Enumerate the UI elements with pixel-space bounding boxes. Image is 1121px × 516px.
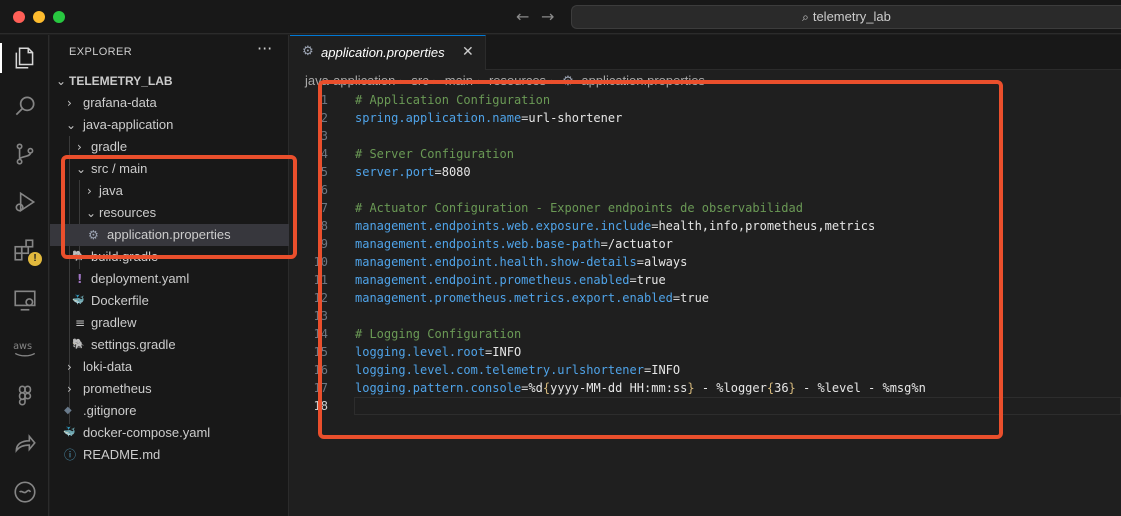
docker-icon: 🐳 [72, 295, 85, 306]
tree-label: gradlew [91, 315, 137, 330]
git-icon: ◆ [64, 405, 72, 416]
minimize-window-button[interactable] [33, 11, 45, 23]
tree-label: Dockerfile [91, 293, 149, 308]
activity-bar: ! aws [0, 35, 49, 516]
tree-label: grafana-data [83, 95, 157, 110]
live-share-icon[interactable] [12, 431, 38, 457]
highlight-box-sidebar [61, 155, 297, 259]
yaml-icon: ! [77, 272, 83, 286]
chevron-down-icon: ⌄ [66, 118, 77, 132]
tree-label: .gitignore [83, 403, 137, 418]
tree-file-docker-compose[interactable]: 🐳 docker-compose.yaml [50, 422, 289, 444]
command-center-label: telemetry_lab [812, 9, 891, 24]
tree-label: docker-compose.yaml [83, 425, 211, 440]
gear-icon: ⚙ [302, 44, 314, 59]
tree-label: java-application [83, 117, 174, 132]
tree-label: prometheus [83, 381, 152, 396]
run-debug-icon[interactable] [12, 189, 38, 215]
more-actions-icon[interactable]: ··· [257, 39, 272, 58]
tree-label: deployment.yaml [91, 271, 190, 286]
vscode-window: ← → ⌕ telemetry_lab ! aws EXPLORER ··· ⌄… [0, 0, 1121, 516]
svg-text:aws: aws [13, 341, 32, 352]
tree-label: README.md [83, 447, 161, 462]
search-icon: ⌕ [802, 10, 809, 24]
remote-explorer-icon[interactable] [12, 287, 38, 313]
tree-folder-grafana-data[interactable]: › grafana-data [50, 92, 289, 114]
maximize-window-button[interactable] [53, 11, 65, 23]
tree-file-deployment-yaml[interactable]: ! deployment.yaml [50, 268, 289, 290]
tree-folder-java-application[interactable]: ⌄ java-application [50, 114, 289, 136]
tree-file-readme[interactable]: ⓘ README.md [50, 444, 289, 466]
explorer-title: EXPLORER [69, 46, 133, 58]
info-icon: ⓘ [64, 448, 77, 462]
active-indicator [0, 43, 2, 73]
tree-file-gradlew[interactable]: ≡ gradlew [50, 312, 289, 334]
warning-badge: ! [28, 252, 42, 266]
highlight-box-editor [318, 80, 1003, 439]
arrow-right-icon[interactable]: → [541, 7, 554, 26]
title-bar: ← → ⌕ telemetry_lab [0, 0, 1121, 34]
chevron-right-icon: › [67, 360, 72, 374]
explorer-icon[interactable] [12, 45, 38, 71]
tree-folder-loki-data[interactable]: › loki-data [50, 356, 289, 378]
aws-icon[interactable]: aws [12, 335, 38, 361]
arrow-left-icon[interactable]: ← [516, 7, 529, 26]
docker-icon: 🐳 [63, 427, 76, 438]
extensions-icon[interactable]: ! [12, 237, 42, 266]
source-control-icon[interactable] [12, 141, 38, 167]
chevron-right-icon: › [67, 382, 72, 396]
search-icon[interactable] [12, 93, 38, 119]
command-center[interactable]: ⌕ telemetry_lab [571, 5, 1121, 29]
close-icon[interactable]: ✕ [462, 44, 474, 60]
extra-icon[interactable] [12, 479, 38, 505]
figma-icon[interactable] [12, 383, 38, 409]
tree-file-gitignore[interactable]: ◆ .gitignore [50, 400, 289, 422]
text-file-icon: ≡ [75, 316, 86, 330]
tab-application-properties[interactable]: ⚙ application.properties ✕ [290, 35, 486, 70]
gradle-icon: 🐘 [72, 339, 85, 350]
tree-folder-prometheus[interactable]: › prometheus [50, 378, 289, 400]
chevron-down-icon: ⌄ [56, 74, 67, 88]
tree-label: loki-data [83, 359, 133, 374]
editor-tab-bar: ⚙ application.properties ✕ [290, 35, 1121, 70]
tree-file-dockerfile[interactable]: 🐳 Dockerfile [50, 290, 289, 312]
tree-label: TELEMETRY_LAB [69, 74, 173, 88]
tree-label: settings.gradle [91, 337, 176, 352]
tree-file-settings-gradle[interactable]: 🐘 settings.gradle [50, 334, 289, 356]
tab-label: application.properties [321, 45, 445, 60]
chevron-right-icon: › [67, 96, 72, 110]
tree-folder-telemetry-lab[interactable]: ⌄ TELEMETRY_LAB [50, 70, 289, 92]
explorer-sidebar: EXPLORER ··· ⌄ TELEMETRY_LAB › grafana-d… [50, 35, 289, 516]
close-window-button[interactable] [13, 11, 25, 23]
